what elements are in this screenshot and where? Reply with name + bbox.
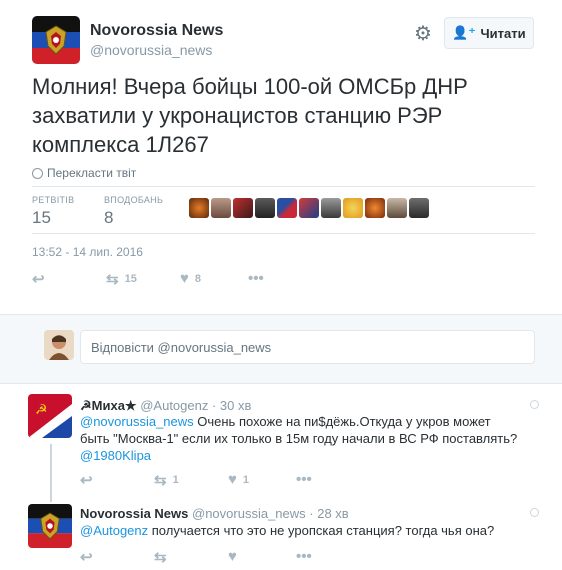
reply-text-body: получается что это не уропская станция? … bbox=[148, 523, 495, 538]
reply-button[interactable]: ↩ bbox=[32, 270, 45, 288]
reply-icon: ↩ bbox=[80, 472, 93, 489]
main-tweet: Novorossia News @novorussia_news ⚙ 👤⁺ Чи… bbox=[0, 0, 562, 310]
reply-extra-mention[interactable]: @1980Klipa bbox=[80, 448, 151, 463]
globe-icon bbox=[530, 400, 539, 409]
gear-icon[interactable]: ⚙ bbox=[412, 23, 434, 45]
reply-time[interactable]: · 28 хв bbox=[309, 506, 348, 521]
follow-button[interactable]: 👤⁺ Читати bbox=[444, 17, 534, 49]
heart-icon: ♥ bbox=[180, 270, 189, 287]
more-button[interactable]: ••• bbox=[248, 270, 264, 287]
author-handle[interactable]: @novorussia_news bbox=[90, 42, 212, 58]
heart-icon: ♥ bbox=[228, 548, 237, 565]
liker-avatar[interactable] bbox=[409, 198, 429, 218]
likers-avatars bbox=[189, 198, 429, 218]
liker-avatar[interactable] bbox=[277, 198, 297, 218]
translate-link[interactable]: Перекласти твіт bbox=[32, 166, 136, 180]
reply-text: @novorussia_news Очень похоже на пи$дёжь… bbox=[80, 413, 520, 464]
liker-avatar[interactable] bbox=[255, 198, 275, 218]
liker-avatar[interactable] bbox=[343, 198, 363, 218]
liker-avatar[interactable] bbox=[233, 198, 253, 218]
like-count: 8 bbox=[194, 272, 202, 285]
retweet-icon: ⇆ bbox=[154, 549, 167, 566]
more-button[interactable]: ••• bbox=[296, 471, 312, 488]
current-user-avatar bbox=[44, 330, 74, 360]
svg-text:☭: ☭ bbox=[35, 402, 48, 418]
retweet-button[interactable]: ⇆ 1 bbox=[154, 471, 179, 489]
globe-icon bbox=[530, 508, 539, 517]
more-icon: ••• bbox=[248, 270, 264, 287]
thread-line bbox=[50, 444, 52, 502]
tweet-text: Молния! Вчера бойцы 100-ой ОМСБр ДНР зах… bbox=[32, 74, 468, 157]
like-count: 1 bbox=[242, 473, 250, 486]
likes-count: 8 bbox=[104, 208, 114, 227]
liker-avatar[interactable] bbox=[299, 198, 319, 218]
retweet-count: 1 bbox=[172, 474, 179, 486]
liker-avatar[interactable] bbox=[365, 198, 385, 218]
retweets-count: 15 bbox=[32, 208, 51, 227]
reply-icon: ↩ bbox=[32, 271, 45, 288]
like-button[interactable]: ♥ bbox=[228, 548, 237, 565]
liker-avatar[interactable] bbox=[387, 198, 407, 218]
more-icon: ••• bbox=[296, 548, 312, 565]
retweets-stat[interactable]: РЕТВІТІВ 15 bbox=[32, 195, 74, 228]
reply-time[interactable]: · 30 хв bbox=[212, 398, 251, 413]
reply-author-name[interactable]: Novorossia News bbox=[80, 506, 188, 521]
more-button[interactable]: ••• bbox=[296, 548, 312, 565]
tweet-actions: ↩ ⇆ 15 ♥ 8 ••• bbox=[32, 270, 332, 290]
liker-avatar[interactable] bbox=[189, 198, 209, 218]
retweets-label: РЕТВІТІВ bbox=[32, 195, 75, 205]
tweet-timestamp[interactable]: 13:52 - 14 лип. 2016 bbox=[32, 245, 143, 259]
reply-icon: ↩ bbox=[80, 549, 93, 566]
author-name[interactable]: Novorossia News bbox=[90, 22, 223, 40]
likes-label: ВПОДОБАНЬ bbox=[104, 195, 164, 205]
reply-author-handle[interactable]: @novorussia_news bbox=[192, 506, 306, 521]
reply-header: ☭Миха★ @Autogenz · 30 хв bbox=[80, 398, 251, 414]
retweet-icon: ⇆ bbox=[154, 472, 167, 489]
reply-mention[interactable]: @novorussia_news bbox=[80, 414, 194, 429]
retweet-button[interactable]: ⇆ 15 bbox=[106, 270, 137, 288]
globe-icon bbox=[32, 167, 43, 179]
reply-text: @Autogenz получается что это не уропская… bbox=[80, 522, 520, 539]
reply-author-avatar[interactable]: ☭ bbox=[28, 394, 72, 438]
reply-author-avatar[interactable] bbox=[28, 504, 72, 548]
person-add-icon: 👤⁺ bbox=[452, 25, 476, 40]
reply-header: Novorossia News @novorussia_news · 28 хв bbox=[80, 506, 349, 521]
tweet-stats: РЕТВІТІВ 15 ВПОДОБАНЬ 8 bbox=[32, 186, 535, 234]
liker-avatar[interactable] bbox=[321, 198, 341, 218]
more-icon: ••• bbox=[296, 471, 312, 488]
like-button[interactable]: ♥ 8 bbox=[180, 270, 201, 287]
follow-label: Читати bbox=[480, 25, 526, 41]
reply-author-handle[interactable]: @Autogenz bbox=[140, 398, 208, 413]
reply-author-name[interactable]: ☭Миха★ bbox=[80, 398, 137, 413]
likes-stat[interactable]: ВПОДОБАНЬ 8 bbox=[104, 195, 163, 228]
like-button[interactable]: ♥ 1 bbox=[228, 471, 249, 488]
translate-label: Перекласти твіт bbox=[47, 166, 137, 180]
retweet-icon: ⇆ bbox=[106, 271, 119, 288]
reply-input[interactable]: Відповісти @novorussia_news bbox=[80, 330, 535, 364]
retweet-button[interactable]: ⇆ bbox=[154, 548, 167, 566]
reply-button[interactable]: ↩ bbox=[80, 548, 93, 566]
retweet-count: 15 bbox=[124, 273, 137, 285]
reply-composer: Відповісти @novorussia_news bbox=[0, 314, 562, 384]
reply-button[interactable]: ↩ bbox=[80, 471, 93, 489]
liker-avatar[interactable] bbox=[211, 198, 231, 218]
reply-mention[interactable]: @Autogenz bbox=[80, 523, 148, 538]
heart-icon: ♥ bbox=[228, 471, 237, 488]
author-avatar[interactable] bbox=[32, 16, 80, 64]
